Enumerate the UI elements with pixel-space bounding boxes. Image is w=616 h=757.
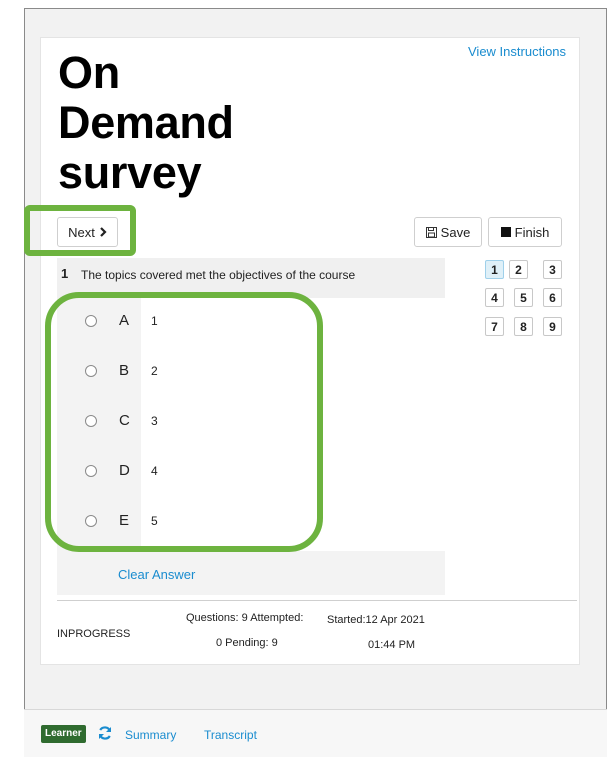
next-button-label: Next [68,224,95,240]
question-nav-9[interactable]: 9 [543,317,562,336]
question-nav-5[interactable]: 5 [514,288,533,307]
view-instructions-link[interactable]: View Instructions [468,44,566,59]
refresh-icon[interactable] [97,725,113,741]
question-nav-4[interactable]: 4 [485,288,504,307]
question-number: 1 [61,266,69,281]
save-button[interactable]: Save [414,217,482,247]
option-letter: B [119,362,130,379]
chevron-right-icon [100,227,107,237]
question-nav-8[interactable]: 8 [514,317,533,336]
question-nav-1[interactable]: 1 [485,260,504,279]
finish-button[interactable]: Finish [488,217,562,247]
next-button[interactable]: Next [57,217,118,247]
title-line-1: On [58,47,120,98]
title-line-3: survey [58,147,202,198]
option-letter: E [119,512,130,529]
pending-count: 0 Pending: 9 [216,637,278,649]
floppy-disk-icon [425,226,437,238]
option-radio-d[interactable] [85,465,97,477]
question-nav-7[interactable]: 7 [485,317,504,336]
question-nav-3[interactable]: 3 [543,260,562,279]
option-value: 1 [151,314,158,328]
save-button-label: Save [440,224,471,240]
title-line-2: Demand [58,97,234,148]
option-value: 2 [151,364,158,378]
question-text: The topics covered met the objectives of… [81,268,356,282]
option-radio-e[interactable] [85,515,97,527]
learner-badge: Learner [41,725,86,743]
questions-attempted: Questions: 9 Attempted: [186,612,304,624]
option-letter: A [119,312,130,329]
option-radio-b[interactable] [85,365,97,377]
option-radio-c[interactable] [85,415,97,427]
option-value: 5 [151,514,158,528]
transcript-link[interactable]: Transcript [204,728,257,742]
option-letter: C [119,412,130,429]
question-nav-6[interactable]: 6 [543,288,562,307]
option-row-d[interactable]: D 4 [57,448,445,498]
option-radio-a[interactable] [85,315,97,327]
started-date: Started:12 Apr 2021 [327,614,425,626]
option-row-c[interactable]: C 3 [57,398,445,448]
clear-answer-link[interactable]: Clear Answer [118,567,195,582]
started-time: 01:44 PM [368,639,416,651]
option-row-b[interactable]: B 2 [57,348,445,398]
question-nav-2[interactable]: 2 [509,260,528,279]
summary-link[interactable]: Summary [125,728,176,742]
finish-button-label: Finish [514,224,550,240]
stop-square-icon [500,227,511,237]
option-letter: D [119,462,130,479]
page-title: On Demand survey [58,48,318,198]
status-state: INPROGRESS [57,628,131,640]
question-header: 1 The topics covered met the objectives … [57,258,445,298]
option-value: 4 [151,464,158,478]
option-row-a[interactable]: A 1 [57,298,445,348]
option-value: 3 [151,414,158,428]
status-divider [57,600,577,601]
option-row-e[interactable]: E 5 [57,498,445,548]
